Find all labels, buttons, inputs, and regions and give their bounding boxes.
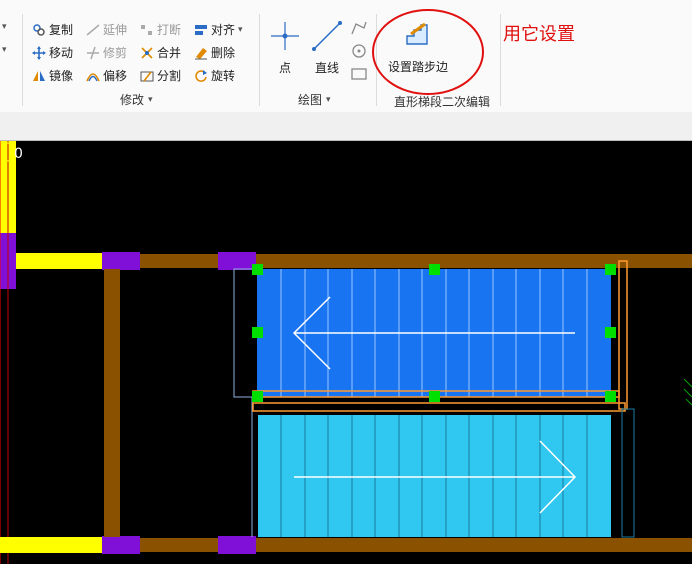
merge-button[interactable]: 合并 — [140, 44, 181, 61]
trim-icon — [86, 46, 100, 60]
beam — [104, 269, 120, 537]
offset-icon — [86, 69, 100, 83]
beam — [140, 538, 218, 552]
align-icon — [194, 23, 208, 37]
hatch-marks — [683, 378, 692, 406]
group-separator — [259, 14, 260, 106]
annotation-circle — [372, 9, 484, 95]
collapsed-group-arrow-icon[interactable]: ▾ — [2, 45, 7, 55]
chevron-down-icon: ▾ — [148, 94, 153, 105]
move-button[interactable]: 移动 — [32, 44, 73, 61]
annotation-text: 用它设置 — [503, 24, 575, 45]
modify-group-label[interactable]: 修改 ▾ — [120, 91, 153, 108]
split-button[interactable]: 分割 — [140, 67, 181, 84]
column-purple — [102, 536, 140, 554]
trim-button[interactable]: 修剪 — [86, 44, 127, 61]
delete-button[interactable]: 删除 — [194, 44, 235, 61]
break-icon — [140, 23, 154, 37]
merge-icon — [140, 46, 154, 60]
copy-icon — [32, 23, 46, 37]
rotate-button[interactable]: 旋转 — [194, 67, 235, 84]
tab-strip — [0, 112, 692, 141]
chevron-down-icon: ▾ — [238, 24, 243, 35]
column-purple — [102, 252, 140, 270]
lower-stair-flight[interactable] — [258, 415, 611, 537]
mirror-button[interactable]: 镜像 — [32, 67, 73, 84]
draw-group-label[interactable]: 绘图 ▾ — [298, 91, 331, 108]
extend-button[interactable]: 延伸 — [86, 21, 127, 38]
collapsed-group-arrow-icon[interactable]: ▾ — [2, 22, 7, 32]
move-icon — [32, 45, 46, 60]
stair-railing — [252, 402, 626, 412]
align-button[interactable]: 对齐 ▾ — [194, 21, 243, 38]
point-icon — [269, 20, 301, 55]
column-purple — [218, 536, 256, 554]
mirror-icon — [32, 69, 46, 83]
eraser-icon — [194, 46, 208, 60]
split-icon — [140, 69, 154, 83]
column-purple — [218, 252, 256, 270]
copy-button[interactable]: 复制 — [32, 21, 73, 38]
line-button[interactable]: 直线 — [310, 20, 344, 76]
wall-yellow — [16, 253, 102, 269]
rectangle-icon[interactable] — [350, 66, 368, 82]
extend-icon — [86, 23, 100, 37]
chevron-down-icon: ▾ — [326, 94, 331, 105]
wall-yellow — [0, 537, 102, 553]
break-button[interactable]: 打断 — [140, 21, 181, 38]
rotate-icon — [194, 69, 208, 83]
stair-edge-outline — [621, 408, 635, 538]
corner-label: 0 — [14, 146, 23, 162]
stair-plan-drawing[interactable]: 0 — [0, 141, 692, 564]
group-separator — [22, 14, 23, 106]
group-separator — [500, 14, 501, 106]
beam — [256, 538, 692, 552]
circle-icon[interactable] — [350, 43, 368, 59]
stair-railing — [618, 260, 628, 410]
line-icon — [311, 20, 343, 55]
point-button[interactable]: 点 — [268, 20, 302, 76]
beam — [140, 254, 218, 268]
offset-button[interactable]: 偏移 — [86, 67, 127, 84]
ribbon-toolbar: ▾ ▾ 复制 延伸 打断 对齐 ▾ 移动 修剪 合并 删除 镜像 偏移 分割 旋… — [0, 0, 692, 113]
polyline-icon[interactable] — [350, 20, 368, 36]
drawing-canvas[interactable]: 0 — [0, 141, 692, 564]
